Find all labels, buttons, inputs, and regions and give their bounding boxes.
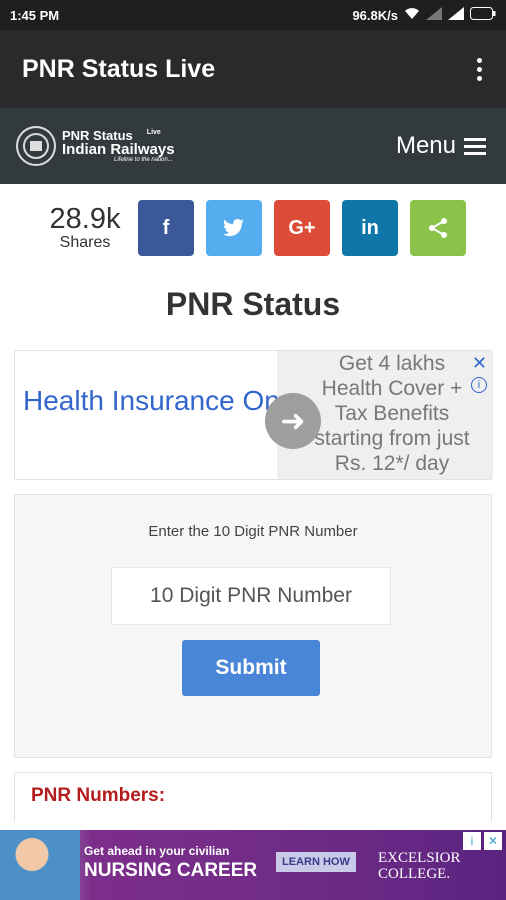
linkedin-icon: in xyxy=(361,216,379,239)
facebook-icon: f xyxy=(162,216,170,239)
ad-body: Get 4 lakhs Health Cover + Tax Benefits … xyxy=(314,352,470,475)
signal-icon xyxy=(426,7,442,23)
share-count-label: Shares xyxy=(59,233,111,251)
ad-banner-bottom[interactable]: Get ahead in your civilian NURSING CAREE… xyxy=(0,830,506,900)
ad-info-icon-bottom[interactable]: i xyxy=(463,832,481,850)
share-icon xyxy=(429,218,447,238)
share-count-value: 28.9k xyxy=(49,202,121,235)
logo-line2: Indian Railways xyxy=(62,141,175,158)
overflow-menu-icon[interactable] xyxy=(474,57,484,81)
menu-label: Menu xyxy=(395,132,456,159)
ad-brand: EXCELSIOR COLLEGE. xyxy=(378,850,461,882)
pnr-numbers-heading: PNR Numbers: xyxy=(14,772,492,822)
ad-banner-top[interactable]: Health Insurance Online Get 4 lakhs Heal… xyxy=(14,350,493,480)
pnr-form: Enter the 10 Digit PNR Number 10 Digit P… xyxy=(14,494,492,758)
status-indicators: 96.8K/s xyxy=(352,7,496,23)
site-logo[interactable]: PNR Status Live Indian Railways Lifeline … xyxy=(16,126,175,166)
learn-how-button[interactable]: LEARN HOW xyxy=(276,852,356,872)
ad-bottom-line2: NURSING CAREER xyxy=(84,860,258,881)
app-title: PNR Status Live xyxy=(22,54,216,83)
ad-bottom-line1: Get ahead in your civilian xyxy=(84,844,230,858)
wifi-icon xyxy=(404,7,420,23)
app-bar: PNR Status Live xyxy=(0,30,506,108)
pnr-input[interactable]: 10 Digit PNR Number xyxy=(111,567,391,625)
ad-brand-line2: COLLEGE. xyxy=(378,866,451,882)
pnr-instruction: Enter the 10 Digit PNR Number xyxy=(148,523,358,540)
menu-button[interactable]: Menu xyxy=(396,132,486,160)
network-speed: 96.8K/s xyxy=(352,7,398,23)
indian-railways-emblem-icon xyxy=(16,126,56,166)
share-bar: 28.9k Shares f G+ in xyxy=(0,184,506,258)
generic-share-button[interactable] xyxy=(410,200,466,256)
ad-brand-line1: EXCELSIOR xyxy=(378,850,461,866)
page-title: PNR Status xyxy=(165,286,341,322)
logo-tagline: Lifeline to the nation... xyxy=(114,157,173,163)
ad-close-icon-bottom[interactable]: ✕ xyxy=(484,832,502,850)
google-plus-share-button[interactable]: G+ xyxy=(274,200,330,256)
linkedin-share-button[interactable]: in xyxy=(342,200,398,256)
twitter-icon xyxy=(223,219,244,237)
facebook-share-button[interactable]: f xyxy=(138,200,194,256)
hamburger-icon xyxy=(464,137,486,155)
nurse-image xyxy=(0,830,80,900)
signal-icon-2 xyxy=(448,7,464,23)
site-header: PNR Status Live Indian Railways Lifeline … xyxy=(0,108,506,184)
ad-close-icon[interactable]: ✕ xyxy=(472,353,487,374)
twitter-share-button[interactable] xyxy=(206,200,262,256)
submit-button[interactable]: Submit xyxy=(182,640,320,696)
battery-icon xyxy=(470,7,496,23)
ad-info-icon[interactable]: i xyxy=(471,377,487,393)
status-bar: 1:45 PM 96.8K/s xyxy=(0,0,506,30)
google-plus-icon: G+ xyxy=(288,216,316,239)
share-count: 28.9k Shares xyxy=(44,202,126,252)
ad-controls: i ✕ xyxy=(463,832,502,850)
ad-arrow-icon[interactable]: ➜ xyxy=(265,393,321,449)
status-time: 1:45 PM xyxy=(10,7,60,23)
